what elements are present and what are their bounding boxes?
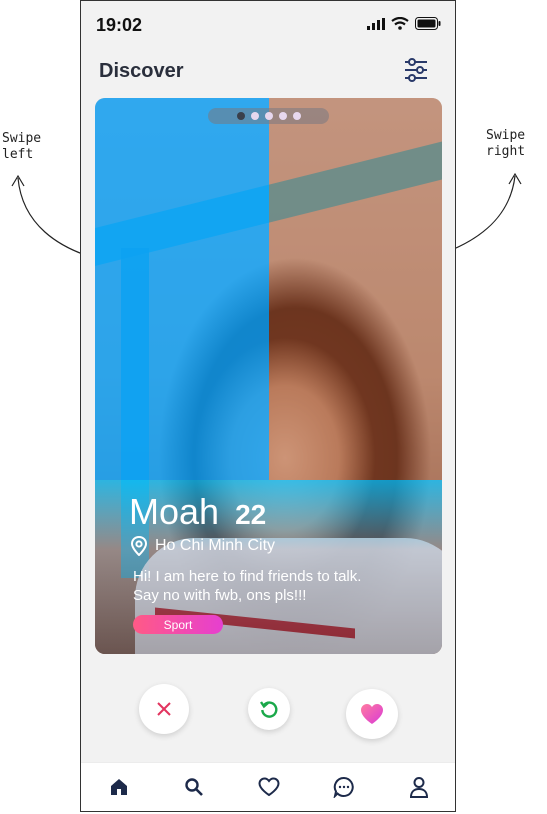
status-bar: 19:02	[81, 1, 455, 47]
status-time: 19:02	[96, 15, 143, 35]
profile-location: Ho Chi Minh City	[131, 536, 275, 556]
phone-screen: 19:02 Discover Moah 22 Ho Chi Minh City …	[80, 0, 456, 812]
photo-dot[interactable]	[278, 112, 287, 120]
heart-icon	[361, 704, 383, 724]
filter-icon[interactable]	[403, 57, 429, 83]
swipe-right-zone[interactable]	[269, 98, 442, 480]
interest-tag[interactable]: Sport	[133, 615, 223, 634]
profile-bio: Hi! I am here to find friends to talk. S…	[133, 567, 393, 605]
close-icon	[157, 702, 171, 716]
rewind-icon	[260, 701, 278, 718]
bio-line-1: Hi! I am here to find friends to talk.	[133, 568, 362, 585]
chat-icon	[333, 776, 354, 798]
signal-icon	[367, 17, 385, 30]
wifi-icon	[391, 17, 409, 30]
nav-likes[interactable]	[255, 773, 283, 801]
nav-search[interactable]	[180, 773, 208, 801]
photo-dot[interactable]	[292, 112, 301, 120]
location-pin-icon	[131, 536, 147, 556]
bio-line-2: Say no with fwb, ons pls!!!	[133, 587, 307, 604]
home-icon	[110, 779, 127, 795]
dislike-button[interactable]	[139, 684, 189, 734]
swipe-left-zone[interactable]	[95, 98, 269, 480]
nav-messages[interactable]	[330, 773, 358, 801]
like-button[interactable]	[346, 689, 398, 739]
page-title: Discover	[99, 60, 184, 82]
profile-card[interactable]: Moah 22 Ho Chi Minh City Hi! I am here t…	[95, 98, 442, 654]
status-icons	[367, 17, 441, 30]
profile-icon	[410, 777, 429, 798]
photo-dot[interactable]	[250, 112, 259, 120]
search-icon	[185, 778, 203, 796]
photo-dot[interactable]	[236, 112, 245, 120]
photo-indicator	[208, 108, 329, 124]
battery-icon	[415, 17, 441, 30]
profile-age: 22	[235, 499, 267, 530]
location-text: Ho Chi Minh City	[155, 537, 276, 554]
rewind-button[interactable]	[248, 688, 290, 730]
heart-outline-icon	[258, 777, 280, 797]
photo-dot[interactable]	[264, 112, 273, 120]
bottom-navbar	[81, 762, 455, 811]
profile-name-line: Moah 22	[129, 491, 266, 533]
nav-home[interactable]	[105, 773, 133, 801]
nav-profile[interactable]	[405, 773, 433, 801]
profile-name: Moah	[129, 491, 220, 532]
